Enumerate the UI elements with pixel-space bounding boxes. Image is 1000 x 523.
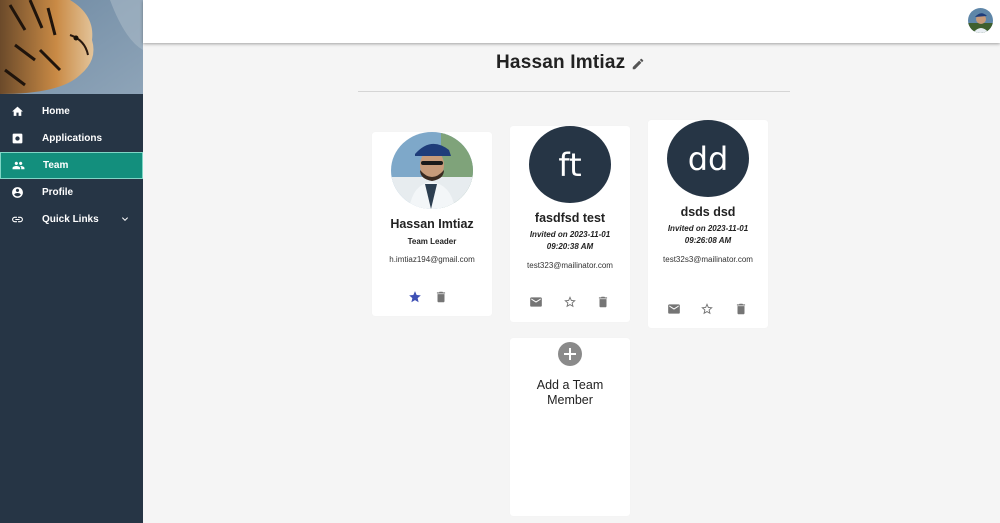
member-invited-date: Invited on 2023-11-01: [667, 224, 749, 233]
mail-icon[interactable]: [529, 295, 543, 309]
star-outline-icon[interactable]: [700, 302, 714, 316]
sidebar-nav: Home Applications Team Profile Quick Lin…: [0, 98, 143, 233]
chevron-down-icon[interactable]: [119, 213, 131, 225]
member-email: test323@mailinator.com: [527, 261, 613, 270]
page-title: Hassan Imtiaz: [496, 52, 626, 73]
delete-icon[interactable]: [434, 290, 448, 304]
member-invited-date: Invited on 2023-11-01: [529, 230, 611, 239]
member-name: fasdfsd test: [534, 211, 606, 225]
sidebar: Home Applications Team Profile Quick Lin…: [0, 0, 143, 523]
title-divider: [358, 91, 790, 92]
member-avatar: [391, 132, 473, 209]
member-invited-time: 09:26:08 AM: [684, 236, 732, 245]
member-role: Team Leader: [407, 237, 457, 246]
member-name: Hassan Imtiaz: [390, 217, 474, 231]
sidebar-item-applications[interactable]: Applications: [0, 125, 143, 152]
member-name: dsds dsd: [680, 205, 736, 219]
sidebar-item-team[interactable]: Team: [0, 152, 143, 179]
sidebar-banner-image: [0, 0, 143, 94]
member-email: test32s3@mailinator.com: [663, 255, 753, 264]
top-app-bar: [143, 0, 1000, 43]
delete-icon[interactable]: [734, 302, 748, 316]
member-avatar-initials: dd: [667, 120, 749, 197]
delete-icon[interactable]: [596, 295, 610, 309]
team-member-card: dd dsds dsd Invited on 2023-11-01 09:26:…: [648, 120, 768, 328]
edit-icon[interactable]: [631, 57, 645, 71]
sidebar-item-profile[interactable]: Profile: [0, 179, 143, 206]
member-email: h.imtiaz194@gmail.com: [389, 255, 475, 264]
profile-icon: [10, 186, 24, 200]
sidebar-item-label: Applications: [42, 133, 103, 144]
sidebar-item-label: Team: [43, 160, 69, 171]
sidebar-item-label: Profile: [42, 187, 74, 198]
member-invited-time: 09:20:38 AM: [546, 242, 594, 251]
mail-icon[interactable]: [667, 302, 681, 316]
link-icon: [10, 213, 24, 227]
sidebar-item-label: Quick Links: [42, 214, 99, 225]
member-avatar-initials: ft: [529, 126, 611, 203]
team-member-card: Hassan Imtiaz Team Leader h.imtiaz194@gm…: [372, 132, 492, 316]
star-outline-icon[interactable]: [563, 295, 577, 309]
sidebar-item-home[interactable]: Home: [0, 98, 143, 125]
home-icon: [10, 105, 24, 119]
add-team-member-label: Add a Team Member: [536, 378, 604, 407]
user-avatar[interactable]: [968, 8, 993, 33]
team-member-card: ft fasdfsd test Invited on 2023-11-01 09…: [510, 126, 630, 322]
add-circle-icon[interactable]: [558, 342, 582, 366]
star-filled-icon[interactable]: [408, 290, 422, 304]
sidebar-item-label: Home: [42, 106, 70, 117]
team-icon: [11, 159, 25, 173]
applications-icon: [10, 132, 24, 146]
add-team-member-card[interactable]: Add a Team Member: [510, 338, 630, 516]
sidebar-item-quick-links[interactable]: Quick Links: [0, 206, 143, 233]
